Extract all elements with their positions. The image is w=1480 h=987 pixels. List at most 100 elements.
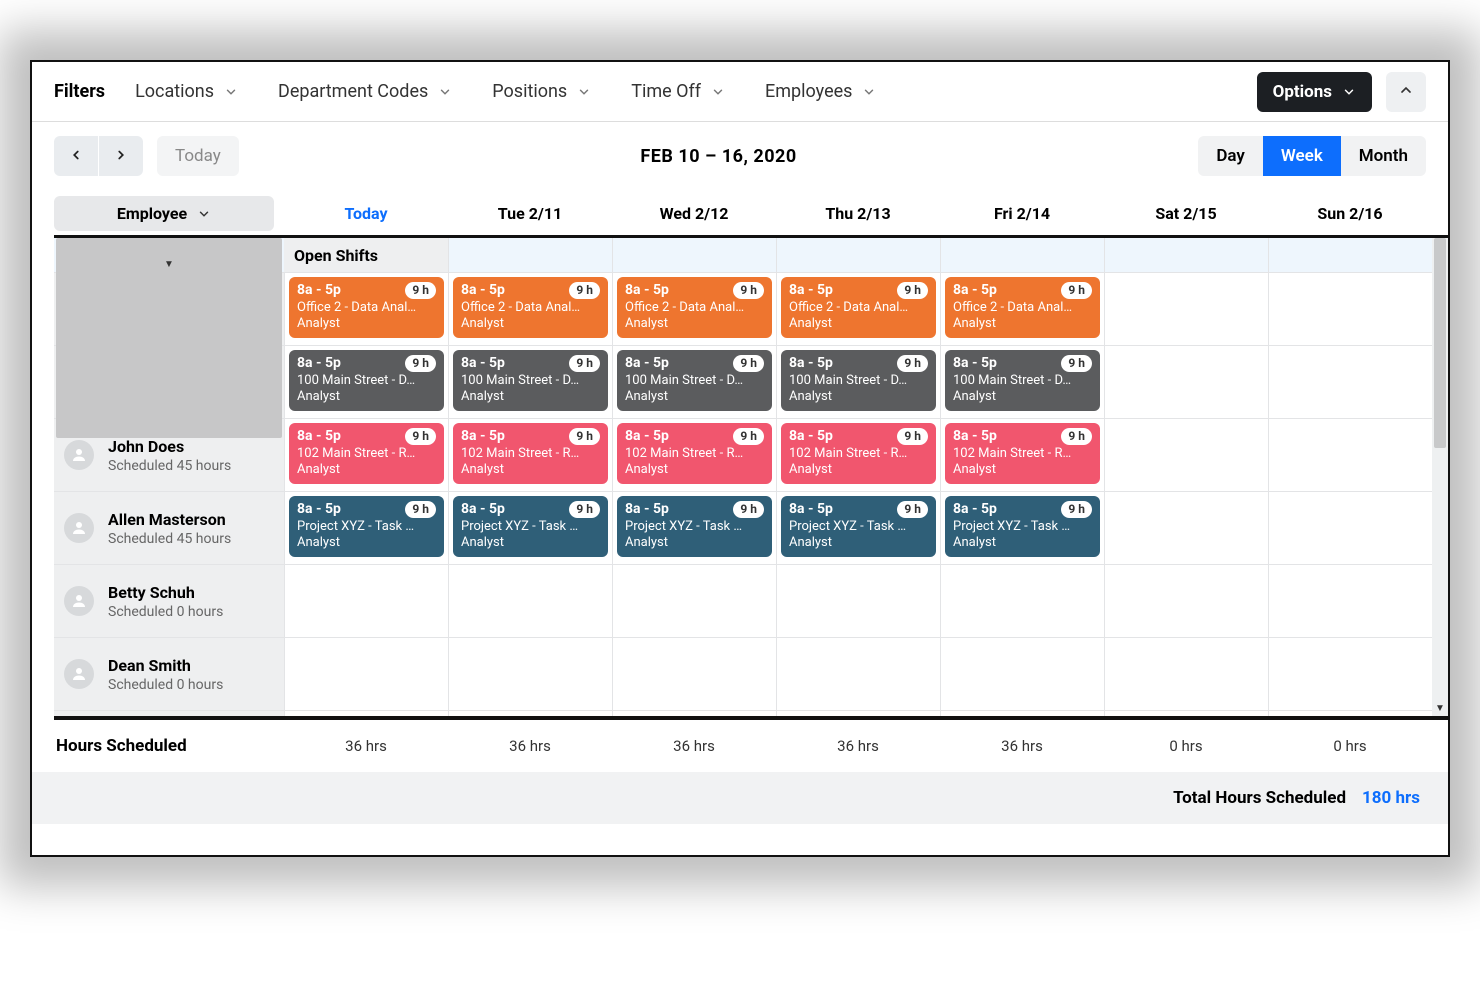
- grid-cell[interactable]: 8a - 5p9 hOffice 2 - Data Anal…Analyst: [612, 273, 776, 345]
- grid-cell[interactable]: [776, 711, 940, 716]
- grid-cell[interactable]: 8a - 5p9 h100 Main Street - D…Analyst: [284, 346, 448, 418]
- grid-cell[interactable]: [1268, 711, 1432, 716]
- options-button[interactable]: Options: [1257, 72, 1372, 112]
- grid-cell[interactable]: 8a - 5p9 h100 Main Street - D…Analyst: [612, 346, 776, 418]
- shift-card[interactable]: 8a - 5p9 h100 Main Street - D…Analyst: [453, 350, 608, 411]
- grid-cell[interactable]: [612, 711, 776, 716]
- filter-locations[interactable]: Locations: [135, 81, 238, 102]
- grid-cell[interactable]: [776, 638, 940, 710]
- scrollbar[interactable]: ▼: [54, 238, 284, 272]
- grid-cell[interactable]: 8a - 5p9 hProject XYZ - Task …Analyst: [776, 492, 940, 564]
- grid-cell[interactable]: [284, 711, 448, 716]
- collapse-button[interactable]: [1386, 72, 1426, 112]
- shift-card[interactable]: 8a - 5p9 h102 Main Street - R…Analyst: [453, 423, 608, 484]
- day-header[interactable]: Thu 2/13: [776, 204, 940, 223]
- view-month[interactable]: Month: [1341, 136, 1426, 176]
- grid-cell[interactable]: 8a - 5p9 hProject XYZ - Task …Analyst: [612, 492, 776, 564]
- filter-time-off[interactable]: Time Off: [631, 81, 725, 102]
- grid-cell[interactable]: [612, 638, 776, 710]
- grid-cell[interactable]: 8a - 5p9 h102 Main Street - R…Analyst: [284, 419, 448, 491]
- view-day[interactable]: Day: [1198, 136, 1263, 176]
- employee-cell[interactable]: Betty SchuhScheduled 0 hours: [54, 565, 284, 637]
- shift-card[interactable]: 8a - 5p9 h100 Main Street - D…Analyst: [617, 350, 772, 411]
- grid-cell[interactable]: 8a - 5p9 hOffice 2 - Data Anal…Analyst: [940, 273, 1104, 345]
- grid-cell[interactable]: [1104, 346, 1268, 418]
- shift-card[interactable]: 8a - 5p9 h100 Main Street - D…Analyst: [781, 350, 936, 411]
- grid-cell[interactable]: [1104, 238, 1268, 272]
- shift-card[interactable]: 8a - 5p9 hOffice 2 - Data Anal…Analyst: [781, 277, 936, 338]
- shift-card[interactable]: 8a - 5p9 h102 Main Street - R…Analyst: [617, 423, 772, 484]
- shift-card[interactable]: 8a - 5p9 hProject XYZ - Task …Analyst: [781, 496, 936, 557]
- grid-cell[interactable]: 8a - 5p9 h102 Main Street - R…Analyst: [776, 419, 940, 491]
- grid-cell[interactable]: [284, 638, 448, 710]
- grid-cell[interactable]: [776, 238, 940, 272]
- grid-cell[interactable]: 8a - 5p9 h102 Main Street - R…Analyst: [940, 419, 1104, 491]
- grid-cell[interactable]: [1268, 565, 1432, 637]
- grid-cell[interactable]: [448, 711, 612, 716]
- employee-cell[interactable]: John Smith: [54, 711, 284, 716]
- next-button[interactable]: [99, 136, 143, 176]
- grid-cell[interactable]: [1268, 346, 1432, 418]
- grid-cell[interactable]: [1104, 492, 1268, 564]
- grid-cell[interactable]: [1104, 419, 1268, 491]
- day-header[interactable]: Today: [284, 204, 448, 223]
- shift-card[interactable]: 8a - 5p9 h100 Main Street - D…Analyst: [289, 350, 444, 411]
- prev-button[interactable]: [54, 136, 98, 176]
- day-header[interactable]: Sat 2/15: [1104, 204, 1268, 223]
- shift-card[interactable]: 8a - 5p9 hProject XYZ - Task …Analyst: [453, 496, 608, 557]
- shift-card[interactable]: 8a - 5p9 h102 Main Street - R…Analyst: [945, 423, 1100, 484]
- grid-cell[interactable]: 8a - 5p9 h102 Main Street - R…Analyst: [612, 419, 776, 491]
- grid-cell[interactable]: [612, 238, 776, 272]
- grid-cell[interactable]: [776, 565, 940, 637]
- scroll-down-icon[interactable]: ▼: [1432, 703, 1448, 714]
- day-header[interactable]: Fri 2/14: [940, 204, 1104, 223]
- grid-cell[interactable]: [1268, 492, 1432, 564]
- shift-card[interactable]: 8a - 5p9 hOffice 2 - Data Anal…Analyst: [289, 277, 444, 338]
- grid-cell[interactable]: [1104, 273, 1268, 345]
- scrollbar-thumb[interactable]: [1434, 238, 1446, 448]
- grid-cell[interactable]: [284, 565, 448, 637]
- grid-cell[interactable]: [1268, 638, 1432, 710]
- grid-cell[interactable]: [1268, 273, 1432, 345]
- grid-cell[interactable]: 8a - 5p9 h100 Main Street - D…Analyst: [940, 346, 1104, 418]
- grid-cell[interactable]: [1104, 638, 1268, 710]
- grid-cell[interactable]: 8a - 5p9 hProject XYZ - Task …Analyst: [284, 492, 448, 564]
- grid-cell[interactable]: [940, 711, 1104, 716]
- grid-cell[interactable]: [448, 238, 612, 272]
- grid-cell[interactable]: [940, 638, 1104, 710]
- shift-card[interactable]: 8a - 5p9 hProject XYZ - Task …Analyst: [289, 496, 444, 557]
- grid-cell[interactable]: [1104, 711, 1268, 716]
- filter-positions[interactable]: Positions: [492, 81, 591, 102]
- day-header[interactable]: Tue 2/11: [448, 204, 612, 223]
- grid-cell[interactable]: [1268, 419, 1432, 491]
- grid-cell[interactable]: 8a - 5p9 hOffice 2 - Data Anal…Analyst: [448, 273, 612, 345]
- grid-cell[interactable]: [448, 638, 612, 710]
- employee-cell[interactable]: Allen MastersonScheduled 45 hours: [54, 492, 284, 564]
- shift-card[interactable]: 8a - 5p9 hOffice 2 - Data Anal…Analyst: [617, 277, 772, 338]
- view-week[interactable]: Week: [1263, 136, 1341, 176]
- today-button[interactable]: Today: [157, 136, 239, 176]
- grid-cell[interactable]: [612, 565, 776, 637]
- scroll-down-icon[interactable]: ▼: [54, 259, 284, 270]
- shift-card[interactable]: 8a - 5p9 hProject XYZ - Task …Analyst: [617, 496, 772, 557]
- grid-cell[interactable]: [940, 565, 1104, 637]
- grid-cell[interactable]: 8a - 5p9 hProject XYZ - Task …Analyst: [940, 492, 1104, 564]
- employee-cell[interactable]: Dean SmithScheduled 0 hours: [54, 638, 284, 710]
- day-header[interactable]: Wed 2/12: [612, 204, 776, 223]
- grid-cell[interactable]: 8a - 5p9 hProject XYZ - Task …Analyst: [448, 492, 612, 564]
- shift-card[interactable]: 8a - 5p9 h102 Main Street - R…Analyst: [289, 423, 444, 484]
- grid-cell[interactable]: 8a - 5p9 hOffice 2 - Data Anal…Analyst: [776, 273, 940, 345]
- grid-cell[interactable]: 8a - 5p9 h100 Main Street - D…Analyst: [776, 346, 940, 418]
- grid-cell[interactable]: [448, 565, 612, 637]
- grid-cell[interactable]: 8a - 5p9 h100 Main Street - D…Analyst: [448, 346, 612, 418]
- shift-card[interactable]: 8a - 5p9 hProject XYZ - Task …Analyst: [945, 496, 1100, 557]
- shift-card[interactable]: 8a - 5p9 hOffice 2 - Data Anal…Analyst: [453, 277, 608, 338]
- shift-card[interactable]: 8a - 5p9 h102 Main Street - R…Analyst: [781, 423, 936, 484]
- grid-cell[interactable]: [1104, 565, 1268, 637]
- grid-cell[interactable]: [1268, 238, 1432, 272]
- filter-department-codes[interactable]: Department Codes: [278, 81, 452, 102]
- day-header[interactable]: Sun 2/16: [1268, 204, 1432, 223]
- grid-cell[interactable]: 8a - 5p9 h102 Main Street - R…Analyst: [448, 419, 612, 491]
- grid-cell[interactable]: 8a - 5p9 hOffice 2 - Data Anal…Analyst: [284, 273, 448, 345]
- grid-cell[interactable]: [940, 238, 1104, 272]
